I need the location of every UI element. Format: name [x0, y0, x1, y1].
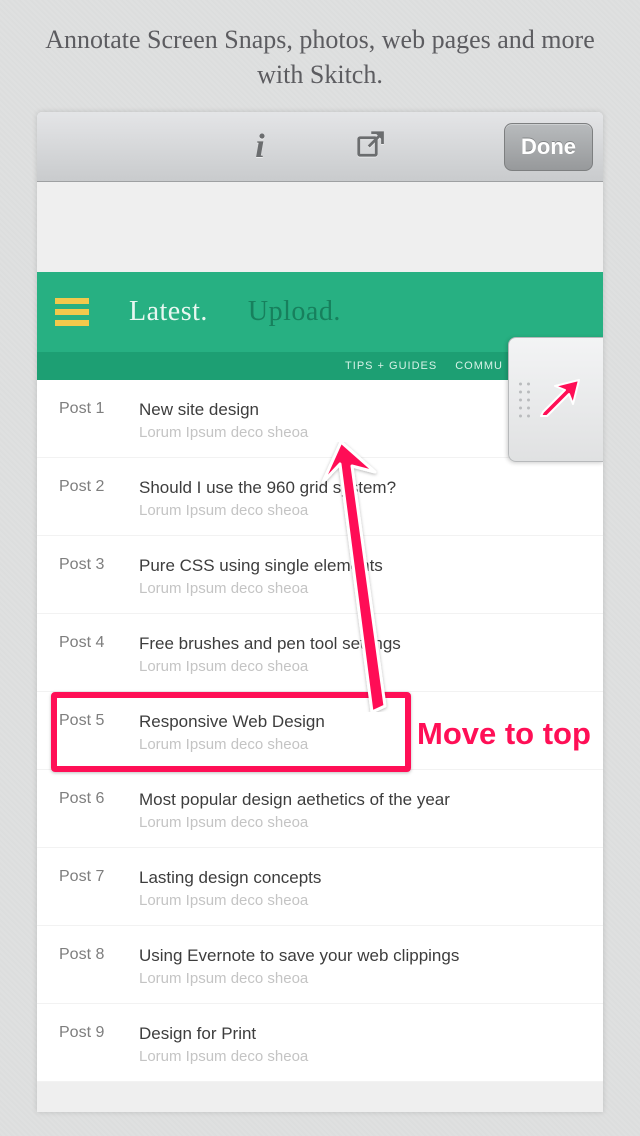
post-index: Post 6	[59, 790, 139, 831]
post-subtitle: Lorum Ipsum deco sheoa	[139, 502, 581, 519]
nav-latest[interactable]: Latest.	[129, 296, 208, 328]
list-item[interactable]: Post 9 Design for Print Lorum Ipsum deco…	[37, 1004, 603, 1082]
annotation-text[interactable]: Move to top	[417, 716, 591, 752]
subnav-community[interactable]: COMMU	[455, 360, 503, 372]
post-index: Post 8	[59, 946, 139, 987]
toolbar: i Done	[37, 112, 603, 182]
drag-grip-icon	[519, 382, 530, 417]
post-subtitle: Lorum Ipsum deco sheoa	[139, 814, 581, 831]
list-item[interactable]: Post 2 Should I use the 960 grid system?…	[37, 458, 603, 536]
subnav-tips[interactable]: TIPS + GUIDES	[345, 360, 437, 372]
post-subtitle: Lorum Ipsum deco sheoa	[139, 1048, 581, 1065]
hamburger-icon[interactable]	[55, 298, 89, 326]
post-subtitle: Lorum Ipsum deco sheoa	[139, 658, 581, 675]
list-item[interactable]: Post 3 Pure CSS using single elements Lo…	[37, 536, 603, 614]
post-title: Design for Print	[139, 1024, 581, 1044]
post-title: Lasting design concepts	[139, 868, 581, 888]
post-index: Post 4	[59, 634, 139, 675]
annotation-canvas[interactable]: Latest. Upload. TIPS + GUIDES COMMU Post…	[37, 182, 603, 1112]
done-button[interactable]: Done	[504, 123, 593, 171]
post-title: Should I use the 960 grid system?	[139, 478, 581, 498]
post-index: Post 5	[59, 712, 139, 753]
post-subtitle: Lorum Ipsum deco sheoa	[139, 892, 581, 909]
post-index: Post 1	[59, 400, 139, 441]
list-item[interactable]: Post 6 Most popular design aethetics of …	[37, 770, 603, 848]
share-icon[interactable]	[355, 129, 385, 164]
tool-tray[interactable]	[508, 337, 603, 462]
list-item[interactable]: Post 7 Lasting design concepts Lorum Ips…	[37, 848, 603, 926]
post-title: Free brushes and pen tool settings	[139, 634, 581, 654]
promo-text: Annotate Screen Snaps, photos, web pages…	[0, 0, 640, 102]
post-title: Using Evernote to save your web clipping…	[139, 946, 581, 966]
post-subtitle: Lorum Ipsum deco sheoa	[139, 580, 581, 597]
post-subtitle: Lorum Ipsum deco sheoa	[139, 970, 581, 987]
post-title: Pure CSS using single elements	[139, 556, 581, 576]
nav-upload[interactable]: Upload.	[248, 296, 341, 328]
post-index: Post 2	[59, 478, 139, 519]
list-item[interactable]: Post 8 Using Evernote to save your web c…	[37, 926, 603, 1004]
post-index: Post 9	[59, 1024, 139, 1065]
arrow-tool-icon	[533, 376, 581, 424]
post-title: Most popular design aethetics of the yea…	[139, 790, 581, 810]
list-item[interactable]: Post 4 Free brushes and pen tool setting…	[37, 614, 603, 692]
skitch-app-frame: i Done Latest. Upload. TIPS + GUIDES COM…	[37, 112, 603, 1112]
post-index: Post 7	[59, 868, 139, 909]
info-icon[interactable]: i	[255, 128, 264, 166]
post-index: Post 3	[59, 556, 139, 597]
